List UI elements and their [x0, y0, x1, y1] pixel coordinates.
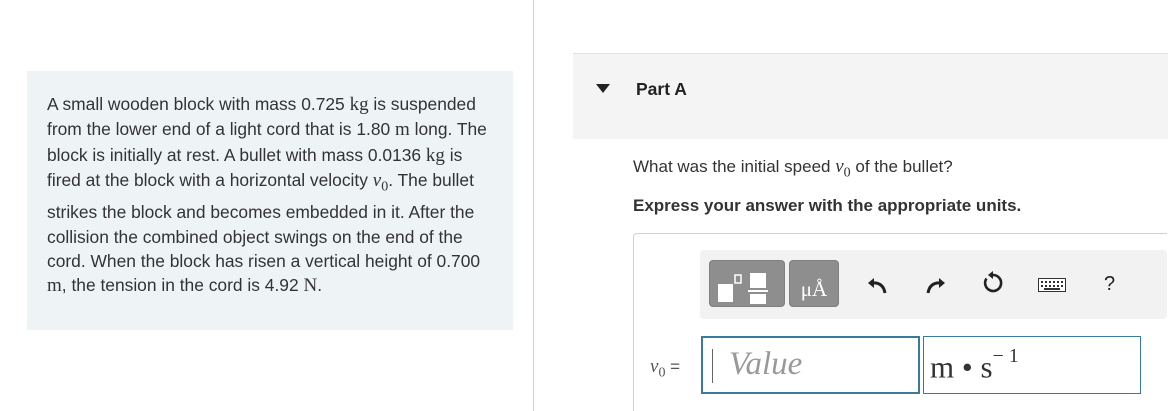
- variable-v: v: [372, 170, 382, 192]
- unit-n: N: [303, 275, 318, 297]
- value-input[interactable]: Value: [701, 336, 920, 394]
- units-value: m • s− 1: [930, 345, 1019, 385]
- undo-icon[interactable]: [867, 273, 889, 295]
- reset-icon[interactable]: [981, 271, 1005, 295]
- question-part: of the bullet?: [850, 157, 953, 176]
- problem-statement: A small wooden block with mass 0.725 kg …: [27, 71, 513, 330]
- symbols-button[interactable]: μÅ: [789, 260, 839, 307]
- problem-text: .: [317, 275, 323, 296]
- panel-divider: [533, 0, 534, 411]
- unit-m: m: [47, 275, 62, 297]
- problem-text: , the tension in the cord is 4.92: [61, 275, 304, 296]
- answer-box: μÅ ? v0 = Value m • s− 1: [633, 233, 1167, 411]
- math-toolbar: μÅ ?: [700, 250, 1167, 319]
- unit-kg: kg: [425, 144, 445, 166]
- variable-v: v: [835, 156, 844, 177]
- collapse-caret-icon[interactable]: [596, 84, 610, 93]
- help-icon[interactable]: ?: [1104, 273, 1115, 296]
- templates-button[interactable]: [709, 260, 785, 307]
- part-header[interactable]: Part A: [573, 53, 1168, 139]
- keyboard-icon[interactable]: [1038, 278, 1066, 292]
- redo-icon[interactable]: [924, 273, 946, 295]
- symbols-icon: μÅ: [800, 277, 828, 301]
- question-part: What was the initial speed: [633, 157, 836, 176]
- units-exponent: − 1: [992, 345, 1019, 367]
- answer-instruction: Express your answer with the appropriate…: [633, 196, 1022, 215]
- units-input[interactable]: m • s− 1: [923, 336, 1141, 394]
- variable-subscript: 0: [843, 165, 851, 181]
- problem-text: A small wooden block with mass 0.725: [47, 94, 350, 114]
- answer-label: v0 =: [650, 356, 680, 381]
- equals-sign: =: [665, 357, 681, 376]
- unit-m: m: [395, 119, 410, 141]
- question-text: What was the initial speed v0 of the bul…: [633, 156, 953, 181]
- templates-icon: [718, 273, 768, 304]
- units-base: m • s: [930, 349, 993, 385]
- unit-kg: kg: [349, 94, 369, 115]
- part-title: Part A: [636, 79, 687, 99]
